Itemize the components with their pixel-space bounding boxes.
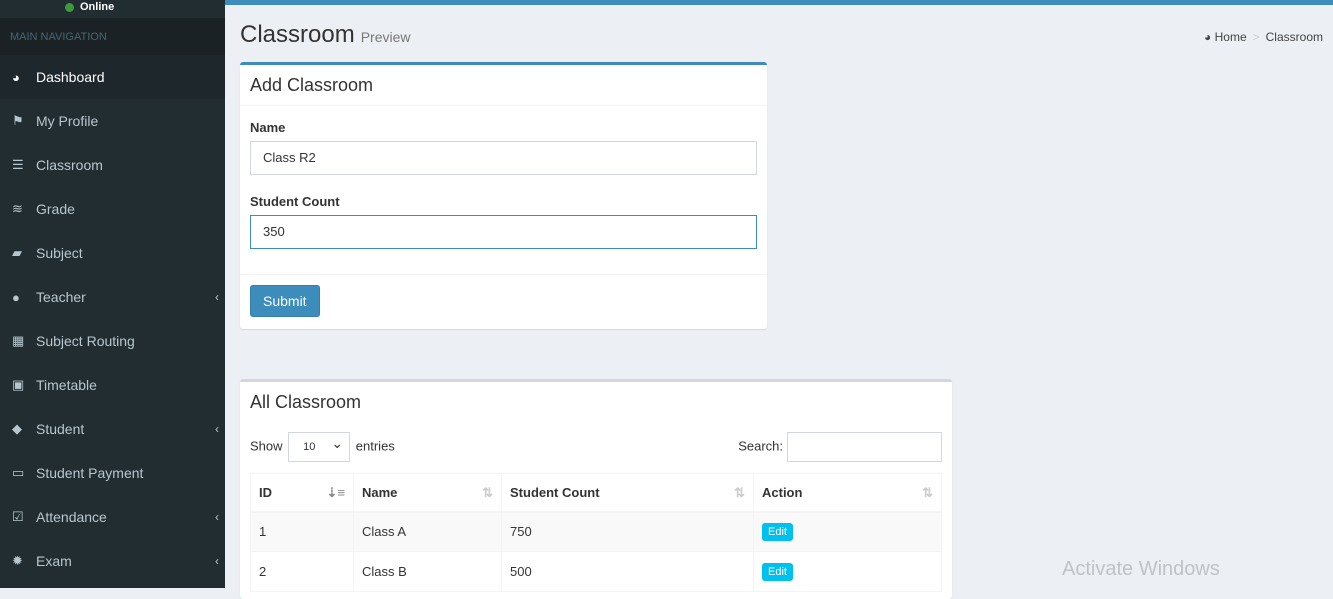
sidebar-item-attendance[interactable]: ☑ Attendance ‹: [0, 495, 225, 539]
classroom-table: ID ⇣≡ Name ⇅ Student Count ⇅ Action ⇅ 1 Clas…: [250, 473, 942, 592]
nav-header: MAIN NAVIGATION: [0, 18, 225, 55]
label: Exam: [36, 553, 72, 569]
label: Dashboard: [36, 69, 105, 85]
cell-count: 500: [501, 551, 754, 592]
sidebar-item-subject-routing[interactable]: ▦ Subject Routing: [0, 319, 225, 363]
separator: >: [1252, 30, 1260, 44]
breadcrumb-home[interactable]: Home: [1215, 30, 1247, 44]
label: Classroom: [36, 157, 103, 173]
list-icon: ☰: [12, 157, 24, 172]
flag-icon: ⚑: [12, 113, 24, 128]
table-row: 1 Class A 750 Edit: [250, 511, 942, 552]
header-text: Student Count: [510, 484, 600, 500]
sort-icon: ⇅: [734, 484, 745, 500]
label: My Profile: [36, 113, 99, 129]
breadcrumb: ◕ Home > Classroom: [1204, 30, 1323, 44]
calendar-plus-icon: ▣: [12, 377, 25, 392]
search-label: Search:: [738, 438, 783, 454]
grid-icon: ▦: [12, 333, 25, 348]
database-icon: ≋: [12, 201, 23, 216]
show-label: Show: [250, 438, 283, 454]
calendar-check-icon: ☑: [12, 509, 24, 524]
user-icon: ●: [12, 289, 20, 305]
column-header-action[interactable]: Action ⇅: [753, 473, 942, 513]
label: Attendance: [36, 509, 107, 525]
sidebar-item-classroom[interactable]: ☰ Classroom: [0, 143, 225, 187]
box-footer: [240, 274, 767, 275]
box-title: All Classroom: [250, 392, 362, 412]
submit-button[interactable]: Submit: [250, 285, 320, 317]
label: Grade: [36, 201, 75, 217]
sidebar-item-exam[interactable]: ✹ Exam ‹: [0, 539, 225, 583]
sidebar-item-teacher[interactable]: ● Teacher ‹: [0, 275, 225, 319]
sidebar-item-student[interactable]: ◆ Student ‹: [0, 407, 225, 451]
all-classroom-box: All Classroom Show 10 entries Search: ID…: [240, 379, 952, 599]
page-subtitle: Preview: [360, 29, 411, 45]
sidebar-item-student-payment[interactable]: ▭ Student Payment: [0, 451, 225, 495]
dashboard-icon: ◕: [12, 69, 20, 85]
sort-asc-icon: ⇣≡: [326, 484, 345, 500]
cell-action: Edit: [753, 511, 942, 552]
column-header-name[interactable]: Name ⇅: [353, 473, 502, 513]
money-icon: ▭: [12, 465, 25, 480]
graduation-cap-icon: ◆: [12, 421, 22, 436]
table-row: 2 Class B 500 Edit: [250, 551, 942, 592]
sidebar-item-grade[interactable]: ≋ Grade: [0, 187, 225, 231]
sidebar-item-timetable[interactable]: ▣ Timetable: [0, 363, 225, 407]
cell-name: Class A: [353, 511, 502, 552]
title-text: Classroom: [240, 21, 355, 48]
entries-select[interactable]: 10: [288, 432, 351, 462]
online-dot-icon: [65, 3, 74, 12]
book-icon: ▰: [12, 245, 22, 260]
chevron-left-icon: ‹: [215, 554, 219, 568]
header-text: Name: [362, 484, 398, 500]
column-header-id[interactable]: ID ⇣≡: [250, 473, 354, 513]
sort-icon: ⇅: [482, 484, 493, 500]
chevron-left-icon: ‹: [215, 290, 219, 304]
entries-control: Show 10 entries: [250, 432, 395, 462]
entries-label: entries: [355, 438, 395, 454]
sidebar-item-dashboard[interactable]: ◕ Dashboard: [0, 55, 225, 99]
add-classroom-box: Add Classroom Name Class R2 Student Coun…: [240, 62, 767, 329]
cell-name: Class B: [353, 551, 502, 592]
box-title: Add Classroom: [240, 65, 767, 106]
name-input[interactable]: Class R2: [250, 141, 757, 175]
sidebar-item-subject[interactable]: ▰ Subject: [0, 231, 225, 275]
cell-id: 1: [250, 511, 354, 552]
label: Subject: [36, 245, 83, 261]
dashboard-icon: ◕: [1204, 30, 1215, 44]
label: Student Payment: [36, 465, 144, 481]
cell-id: 2: [250, 551, 354, 592]
header-text: Action: [762, 484, 803, 500]
label: Subject Routing: [36, 333, 135, 349]
label: Teacher: [36, 289, 86, 305]
edit-button[interactable]: Edit: [762, 522, 793, 541]
name-label: Name: [250, 120, 286, 135]
column-header-student-count[interactable]: Student Count ⇅: [501, 473, 754, 513]
search-control: Search:: [738, 432, 942, 462]
sort-icon: ⇅: [922, 484, 933, 500]
label: Student: [36, 421, 85, 437]
user-status: Online: [80, 1, 115, 13]
student-count-input[interactable]: 350: [250, 215, 757, 249]
student-count-label: Student Count: [250, 194, 340, 209]
sidebar: Online MAIN NAVIGATION ◕ Dashboard ⚑ My Pr…: [0, 0, 225, 588]
activate-windows-watermark: Activate Windows: [1062, 558, 1220, 580]
edit-button[interactable]: Edit: [762, 562, 793, 581]
gear-icon: ✹: [12, 553, 23, 568]
label: Timetable: [36, 377, 97, 393]
top-navbar: [225, 0, 1333, 5]
user-panel: Online: [0, 0, 225, 18]
chevron-left-icon: ‹: [215, 422, 219, 436]
chevron-left-icon: ‹: [215, 510, 219, 524]
search-input[interactable]: [787, 432, 942, 462]
cell-action: Edit: [753, 551, 942, 592]
page-title: Classroom Preview: [240, 21, 411, 49]
cell-count: 750: [501, 511, 754, 552]
header-text: ID: [259, 484, 272, 500]
breadcrumb-current: Classroom: [1265, 30, 1323, 44]
sidebar-item-my-profile[interactable]: ⚑ My Profile: [0, 99, 225, 143]
